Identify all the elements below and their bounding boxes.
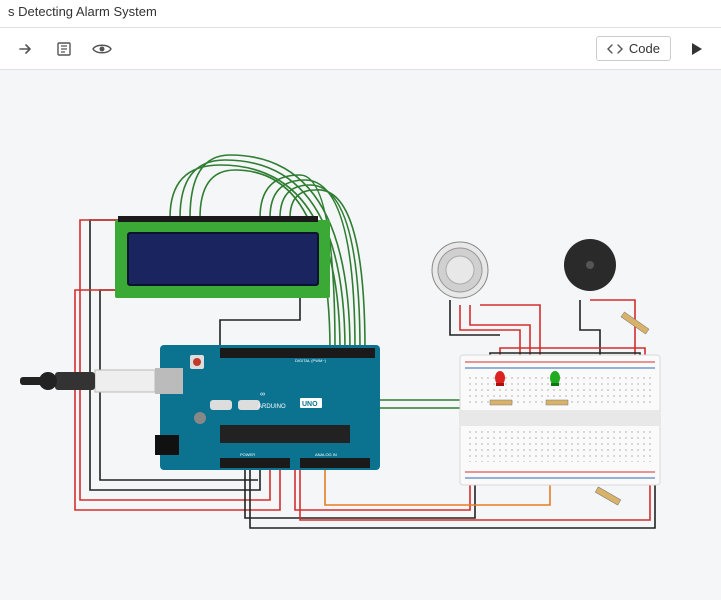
arduino-brand-label: ARDUINO [258,404,286,410]
code-icon [607,43,623,55]
usb-cable[interactable] [20,370,155,392]
play-icon [689,42,703,56]
project-title: s Detecting Alarm System [8,4,157,19]
share-button[interactable] [8,33,44,65]
code-button[interactable]: Code [596,36,671,61]
eye-icon [92,42,112,56]
resistor-bottom[interactable] [595,487,621,505]
led-green[interactable] [550,371,560,386]
view-button[interactable] [84,33,120,65]
arduino-power-label: POWER [240,452,255,457]
share-icon [18,41,34,57]
lcd-module[interactable] [115,216,330,298]
resistor-green-led[interactable] [546,400,568,405]
breadboard[interactable] [460,355,660,485]
notes-icon [56,41,72,57]
toolbar: Code [0,28,721,70]
arduino-analog-label: ANALOG IN [315,452,337,457]
circuit-diagram: ∞ ARDUINO UNO DIGITAL (PWM~) POWER ANALO… [0,70,721,600]
piezo-buzzer[interactable] [564,239,616,291]
run-button[interactable] [679,33,713,65]
notes-button[interactable] [46,33,82,65]
title-bar: s Detecting Alarm System [0,0,721,28]
arduino-model-label: UNO [302,401,318,408]
resistor-red-led[interactable] [490,400,512,405]
gas-sensor[interactable] [432,242,488,298]
led-red[interactable] [495,371,505,386]
arduino-digital-label: DIGITAL (PWM~) [295,358,327,363]
circuit-canvas[interactable]: ∞ ARDUINO UNO DIGITAL (PWM~) POWER ANALO… [0,70,721,600]
arduino-uno[interactable]: ∞ ARDUINO UNO DIGITAL (PWM~) POWER ANALO… [155,345,380,470]
code-button-label: Code [629,41,660,56]
svg-text:∞: ∞ [260,391,266,398]
